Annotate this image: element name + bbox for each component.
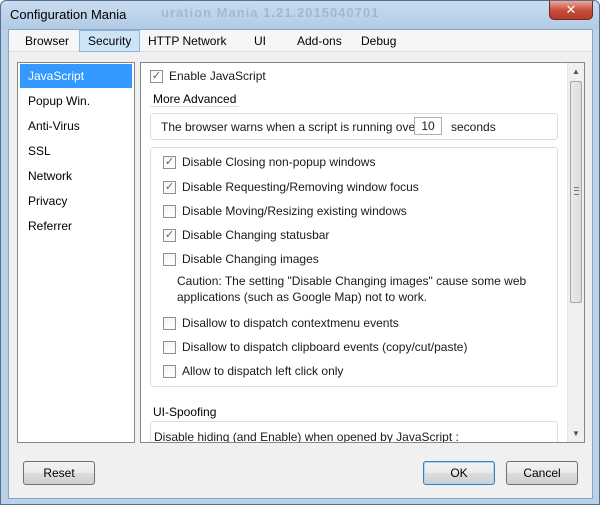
label-contextmenu: Disallow to dispatch contextmenu events [182,316,399,330]
sidebar-item-network[interactable]: Network [20,164,132,188]
checkbox-disable-closing[interactable]: ✓ [163,155,176,169]
ok-button[interactable]: OK [423,461,495,485]
ui-spoofing-text: Disable hiding (and Enable) when opened … [154,430,459,443]
option-clipboard[interactable]: Disallow to dispatch clipboard events (c… [163,339,467,355]
label-disable-focus: Disable Requesting/Removing window focus [182,180,419,194]
reset-button[interactable]: Reset [23,461,95,485]
ui-spoofing-group: Disable hiding (and Enable) when opened … [150,421,558,443]
window-title: Configuration Mania [10,7,127,22]
label-disable-moving: Disable Moving/Resizing existing windows [182,204,407,218]
warn-suffix-text: seconds [451,120,496,134]
label-disable-closing: Disable Closing non-popup windows [182,155,376,169]
checkbox-disable-images[interactable] [163,252,176,266]
warn-prefix-text: The browser warns when a script is runni… [161,120,420,134]
grip-icon [574,187,579,195]
checkbox-clipboard[interactable] [163,340,176,354]
scroll-down-icon[interactable]: ▼ [568,425,584,442]
sidebar-item-anti-virus[interactable]: Anti-Virus [20,114,132,138]
caution-text-line2: applications (such as Google Map) not to… [177,290,428,304]
option-contextmenu[interactable]: Disallow to dispatch contextmenu events [163,315,399,331]
enable-javascript-label: Enable JavaScript [169,69,266,83]
label-left-click: Allow to dispatch left click only [182,364,344,378]
enable-javascript-option[interactable]: ✓ Enable JavaScript [150,68,266,84]
caution-text-line1: Caution: The setting "Disable Changing i… [177,274,527,288]
client-area: Browser Security HTTP Network UI Add-ons… [8,29,593,499]
cancel-button[interactable]: Cancel [506,461,578,485]
title-bar[interactable]: Configuration Mania uration Mania 1.21.2… [1,1,599,29]
label-clipboard: Disallow to dispatch clipboard events (c… [182,340,468,354]
tab-security[interactable]: Security [79,30,141,52]
menu-bar: Browser Security HTTP Network UI Add-ons… [9,30,592,52]
checkbox-disable-focus[interactable]: ✓ [163,180,176,194]
enable-javascript-checkbox[interactable]: ✓ [150,69,163,83]
advanced-options-group: ✓ Disable Closing non-popup windows ✓ Di… [150,147,558,387]
tab-browser[interactable]: Browser [17,30,77,52]
tab-ui[interactable]: UI [246,30,274,52]
label-disable-images: Disable Changing images [182,252,319,266]
sidebar-item-privacy[interactable]: Privacy [20,189,132,213]
ui-spoofing-title: UI-Spoofing [153,405,217,419]
option-left-click[interactable]: Allow to dispatch left click only [163,363,343,379]
warn-seconds-input[interactable]: 10 [414,117,442,135]
sidebar-item-javascript[interactable]: JavaScript [20,64,132,88]
scroll-up-icon[interactable]: ▲ [568,63,584,80]
option-disable-focus[interactable]: ✓ Disable Requesting/Removing window foc… [163,179,419,195]
option-disable-statusbar[interactable]: ✓ Disable Changing statusbar [163,227,329,243]
scrollbar-thumb[interactable] [570,81,582,303]
category-list[interactable]: JavaScript Popup Win. Anti-Virus SSL Net… [17,62,135,443]
option-disable-moving[interactable]: Disable Moving/Resizing existing windows [163,203,407,219]
config-window: Configuration Mania uration Mania 1.21.2… [0,0,600,505]
tab-add-ons[interactable]: Add-ons [289,30,350,52]
checkbox-disable-statusbar[interactable]: ✓ [163,228,176,242]
close-button[interactable]: ✕ [549,1,593,20]
checkbox-disable-moving[interactable] [163,204,176,218]
sidebar-item-ssl[interactable]: SSL [20,139,132,163]
settings-panel: ✓ Enable JavaScript More Advanced The br… [140,62,585,443]
option-disable-closing[interactable]: ✓ Disable Closing non-popup windows [163,154,375,170]
sidebar-item-popup[interactable]: Popup Win. [20,89,132,113]
script-warn-group: The browser warns when a script is runni… [150,113,558,140]
label-disable-statusbar: Disable Changing statusbar [182,228,330,242]
more-advanced-title: More Advanced [150,92,240,107]
background-window-title: uration Mania 1.21.2015040701 [161,5,380,20]
close-icon: ✕ [565,2,577,17]
checkbox-left-click[interactable] [163,364,176,378]
tab-debug[interactable]: Debug [353,30,404,52]
sidebar-item-referrer[interactable]: Referrer [20,214,132,238]
option-disable-images[interactable]: Disable Changing images [163,251,319,267]
vertical-scrollbar[interactable]: ▲ ▼ [567,63,584,442]
tab-http-network[interactable]: HTTP Network [140,30,234,52]
checkbox-contextmenu[interactable] [163,316,176,330]
